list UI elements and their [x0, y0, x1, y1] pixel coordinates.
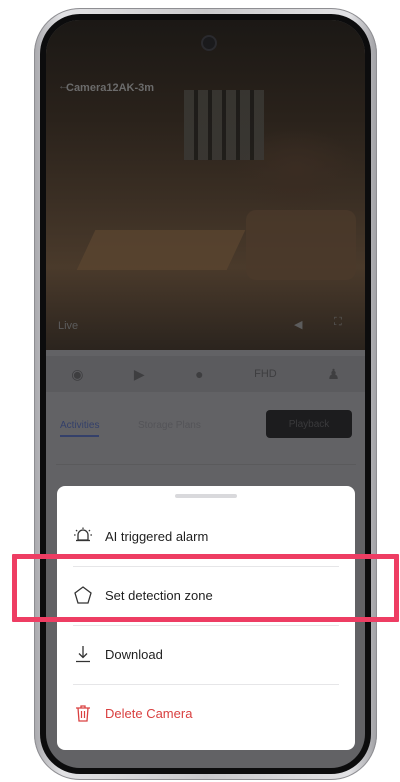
set-detection-zone-item[interactable]: Set detection zone [73, 575, 339, 615]
speaker-icon[interactable]: ◀ [294, 318, 302, 331]
person-icon[interactable]: ♟ [327, 366, 340, 383]
video-window-scene [184, 90, 264, 160]
quality-select[interactable]: FHD [254, 368, 277, 380]
alarm-bell-icon [73, 526, 93, 546]
camera-title: Camera12AK-3m [66, 82, 155, 94]
camera-toolbar: ◉ ▶ ● FHD ♟ [46, 356, 365, 392]
download-item[interactable]: Download [73, 634, 339, 674]
pentagon-zone-icon [73, 585, 93, 605]
item-label: AI triggered alarm [105, 528, 209, 544]
sheet-handle[interactable] [175, 494, 237, 498]
divider [73, 625, 339, 626]
delete-camera-item[interactable]: Delete Camera [73, 693, 339, 733]
microphone-icon[interactable]: ● [195, 366, 203, 382]
playback-label: Playback [288, 418, 330, 430]
fullscreen-icon[interactable]: ⛶ [334, 316, 342, 329]
video-sofa-scene [246, 210, 356, 280]
record-icon[interactable]: ▶ [134, 366, 145, 383]
item-label: Delete Camera [105, 705, 193, 721]
phone-screen: ← Camera12AK-3m Live ◀ ⛶ ◉ ▶ ● FHD ♟ Act… [46, 20, 365, 768]
action-sheet: AI triggered alarm Set detection zone Do… [57, 486, 355, 750]
video-table-scene [76, 230, 246, 270]
divider [73, 566, 339, 567]
download-icon [73, 644, 93, 664]
item-label: Set detection zone [105, 587, 213, 603]
screenshot-icon[interactable]: ◉ [71, 366, 83, 383]
tab-bar: Activities Storage Plans Playback [46, 400, 365, 450]
playback-button[interactable]: Playback [266, 410, 352, 438]
item-label: Download [105, 646, 163, 662]
live-badge: Live [58, 320, 79, 332]
divider [56, 464, 356, 465]
front-camera-icon [203, 37, 215, 49]
tab-activities[interactable]: Activities [60, 420, 100, 437]
trash-icon [73, 703, 93, 723]
tab-storage-plans[interactable]: Storage Plans [138, 420, 201, 431]
divider [73, 684, 339, 685]
ai-triggered-alarm-item[interactable]: AI triggered alarm [73, 516, 339, 556]
camera-live-view[interactable]: ← Camera12AK-3m Live ◀ ⛶ [46, 20, 365, 350]
